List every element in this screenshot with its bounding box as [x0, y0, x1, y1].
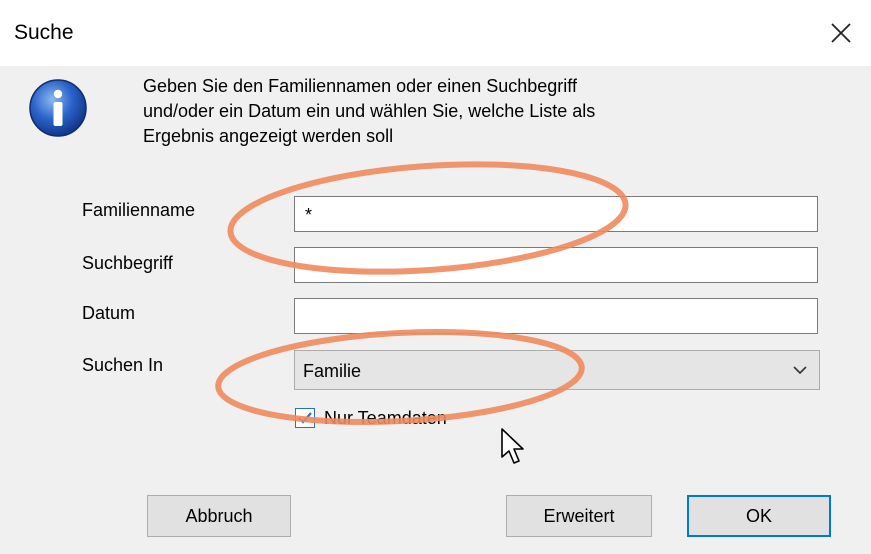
window-title: Suche — [14, 21, 74, 44]
ok-button[interactable]: OK — [687, 495, 831, 537]
erweitert-button[interactable]: Erweitert — [506, 495, 652, 537]
suchbegriff-input[interactable] — [294, 247, 818, 283]
instruction-line: Ergebnis angezeigt werden soll — [143, 126, 394, 146]
chevron-down-icon — [793, 366, 807, 375]
nur-teamdaten-label: Nur Teamdaten — [324, 408, 447, 428]
close-button[interactable] — [811, 0, 871, 66]
abbruch-button[interactable]: Abbruch — [147, 495, 291, 537]
instruction-text: Geben Sie den Familiennamen oder einen S… — [143, 74, 743, 149]
datum-label: Datum — [82, 303, 136, 323]
suchen-in-select[interactable]: Familie — [294, 350, 820, 390]
info-icon — [29, 79, 87, 137]
suchen-in-label: Suchen In — [82, 355, 164, 375]
datum-input[interactable] — [294, 298, 818, 334]
search-dialog: Suche Geben Sie den Familiennamen oder e… — [0, 0, 871, 554]
checkmark-icon — [298, 412, 312, 424]
nur-teamdaten-checkbox[interactable] — [295, 408, 315, 428]
instruction-line: Geben Sie den Familiennamen oder einen S… — [143, 76, 577, 96]
suchbegriff-label: Suchbegriff — [82, 253, 173, 273]
familienname-input[interactable]: * — [294, 196, 818, 232]
title-bar: Suche — [0, 0, 871, 66]
suchen-in-value: Familie — [303, 361, 362, 381]
familienname-label: Familienname — [82, 200, 196, 220]
instruction-line: und/oder ein Datum ein und wählen Sie, w… — [143, 101, 596, 121]
close-icon — [831, 23, 851, 43]
